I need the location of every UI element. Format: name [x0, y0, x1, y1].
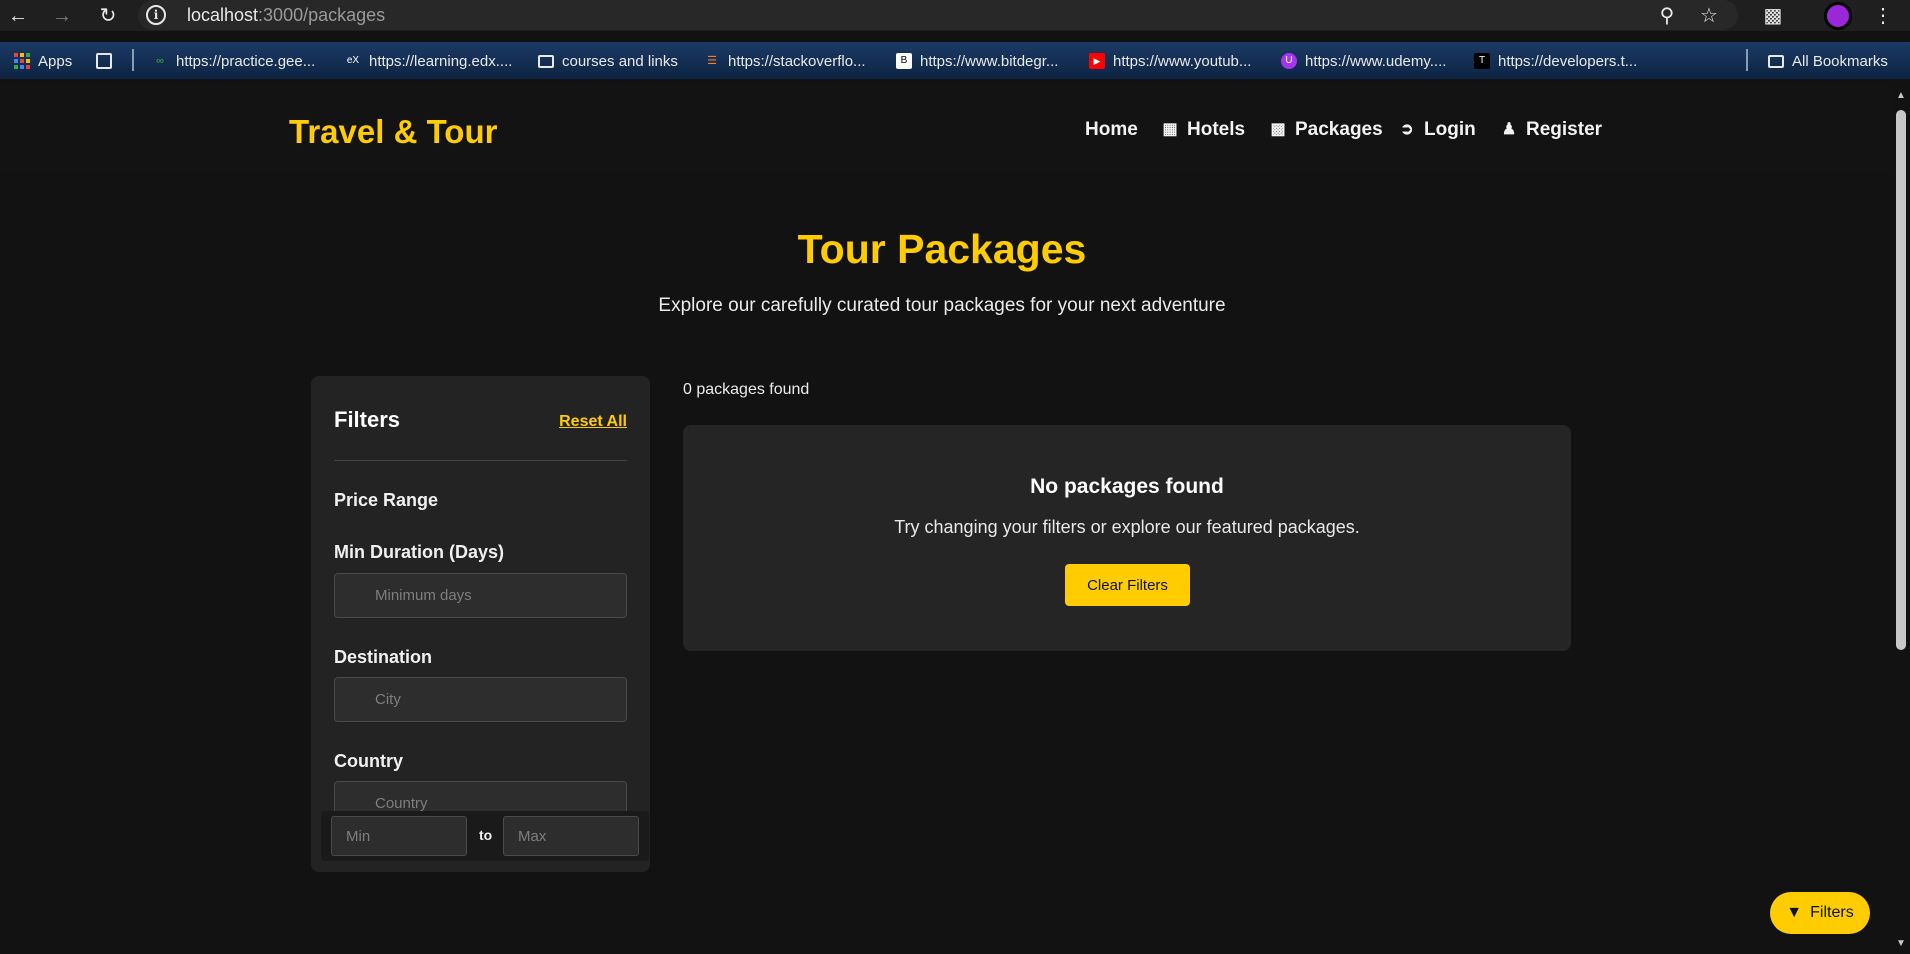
empty-state-message: Try changing your filters or explore our…: [894, 517, 1360, 537]
bookmark-label: All Bookmarks: [1792, 52, 1888, 70]
site-header: Travel & Tour Home ▦ Hotels ▩ Packages ➲ Lo…: [0, 86, 1892, 174]
nav-label: Packages: [1295, 119, 1383, 140]
folder-icon: [538, 54, 554, 68]
zoom-icon[interactable]: ⚲: [1654, 3, 1680, 29]
bookmark-label: https://stackoverflo...: [728, 52, 866, 70]
min-duration-input[interactable]: [334, 573, 627, 618]
suitcase-icon: ▩: [1270, 121, 1286, 138]
empty-state-card: No packages found Try changing your filt…: [683, 425, 1571, 651]
nav-label: Login: [1424, 119, 1476, 140]
min-duration-label: Min Duration (Days): [334, 542, 505, 562]
geeksforgeeks-icon: ∞: [156, 55, 164, 67]
sign-in-icon: ➲: [1400, 121, 1414, 138]
udemy-icon: U: [1281, 53, 1297, 69]
bookmark-label: https://learning.edx....: [369, 52, 513, 70]
nav-login[interactable]: ➲ Login: [1398, 119, 1476, 141]
bookmark-udemy[interactable]: Uhttps://www.udemy....: [1281, 51, 1446, 71]
youtube-icon: ▶: [1089, 53, 1105, 69]
reload-icon[interactable]: ↻: [96, 4, 120, 28]
page-subtitle: Explore our carefully curated tour packa…: [658, 295, 1226, 316]
url-text[interactable]: localhost:3000/packages: [187, 5, 385, 26]
empty-state-title: No packages found: [1030, 475, 1224, 498]
nav-label: Home: [1085, 119, 1138, 140]
bookmark-label: https://developers.t...: [1498, 52, 1638, 70]
price-range-row: to: [321, 811, 649, 861]
bookmark-edx[interactable]: eX https://learning.edx....: [345, 51, 513, 71]
results-count: 0 packages found: [683, 381, 810, 398]
filters-fab-button[interactable]: ▼ Filters: [1770, 892, 1870, 934]
page-content: Travel & Tour Home ▦ Hotels ▩ Packages ➲ Lo…: [0, 86, 1892, 954]
apps-icon: [14, 53, 30, 69]
user-plus-icon: ♟: [1501, 121, 1517, 138]
forward-icon[interactable]: →: [50, 4, 74, 28]
site-info-icon[interactable]: i: [146, 5, 166, 25]
back-icon[interactable]: ←: [6, 4, 30, 28]
page-title: Tour Packages: [797, 226, 1087, 272]
profile-avatar[interactable]: [1824, 2, 1852, 30]
tab-groups-icon[interactable]: [96, 51, 112, 71]
scroll-down-icon[interactable]: ▼: [1895, 938, 1907, 950]
star-icon[interactable]: ☆: [1696, 3, 1722, 29]
price-max-input[interactable]: [503, 816, 639, 856]
bookmark-stackoverflow[interactable]: ☰ https://stackoverflo...: [704, 51, 866, 71]
nav-packages[interactable]: ▩ Packages: [1269, 119, 1383, 141]
menu-dots-icon[interactable]: ⋮: [1870, 3, 1896, 29]
bookmark-youtube[interactable]: ▶ https://www.youtub...: [1089, 51, 1251, 71]
bookmark-all[interactable]: All Bookmarks: [1768, 51, 1888, 71]
nav-register[interactable]: ♟ Register: [1500, 119, 1602, 141]
divider: [334, 460, 627, 461]
reset-all-link[interactable]: Reset All: [559, 413, 627, 431]
destination-input[interactable]: [334, 677, 627, 722]
extensions-icon[interactable]: ▩: [1760, 3, 1786, 29]
bookmark-developers[interactable]: Thttps://developers.t...: [1474, 51, 1637, 71]
building-icon: ▦: [1162, 121, 1178, 138]
bookmark-separator: [1746, 49, 1748, 71]
clear-filters-button[interactable]: Clear Filters: [1065, 564, 1190, 606]
scroll-up-icon[interactable]: ▲: [1895, 90, 1907, 102]
developers-icon: T: [1474, 53, 1490, 69]
nav-home[interactable]: Home: [1085, 119, 1138, 141]
price-min-input[interactable]: [331, 816, 467, 856]
bookmark-label: courses and links: [562, 52, 678, 70]
bookmark-folder-courses[interactable]: courses and links: [538, 51, 678, 71]
bookmark-label: Apps: [38, 52, 73, 70]
filter-icon: ▼: [1786, 904, 1803, 921]
bookmark-apps[interactable]: Apps: [14, 51, 72, 71]
bookmark-bitdegree[interactable]: Bhttps://www.bitdegr...: [896, 51, 1058, 71]
bookmark-geeks[interactable]: ∞ https://practice.gee...: [152, 51, 315, 71]
brand-logo[interactable]: Travel & Tour: [289, 113, 497, 151]
bookmark-label: https://practice.gee...: [176, 52, 316, 70]
browser-toolbar: ← → ↻ i localhost:3000/packages ⚲ ☆ ▩ ⋮: [0, 0, 1910, 31]
price-range-label: Price Range: [334, 490, 439, 510]
scrollbar-thumb[interactable]: [1896, 110, 1906, 650]
filters-title: Filters: [334, 407, 401, 432]
price-to-label: to: [479, 827, 493, 843]
nav-label: Hotels: [1187, 119, 1246, 140]
edx-icon: eX: [346, 55, 360, 66]
destination-label: Destination: [334, 647, 433, 667]
country-label: Country: [334, 751, 403, 771]
filters-fab-label: Filters: [1810, 904, 1854, 921]
bookmark-separator: [132, 49, 134, 71]
bookmark-label: https://www.youtub...: [1113, 52, 1252, 70]
bookmark-label: https://www.bitdegr...: [920, 52, 1059, 70]
nav-hotels[interactable]: ▦ Hotels: [1161, 119, 1245, 141]
filters-panel: Filters Reset All Price Range Min Durati…: [311, 376, 650, 872]
nav-label: Register: [1526, 119, 1603, 140]
folder-icon: [1768, 54, 1784, 68]
bookmark-label: https://www.udemy....: [1305, 52, 1447, 70]
bitdegree-icon: B: [896, 53, 912, 69]
stackoverflow-icon: ☰: [707, 55, 717, 67]
